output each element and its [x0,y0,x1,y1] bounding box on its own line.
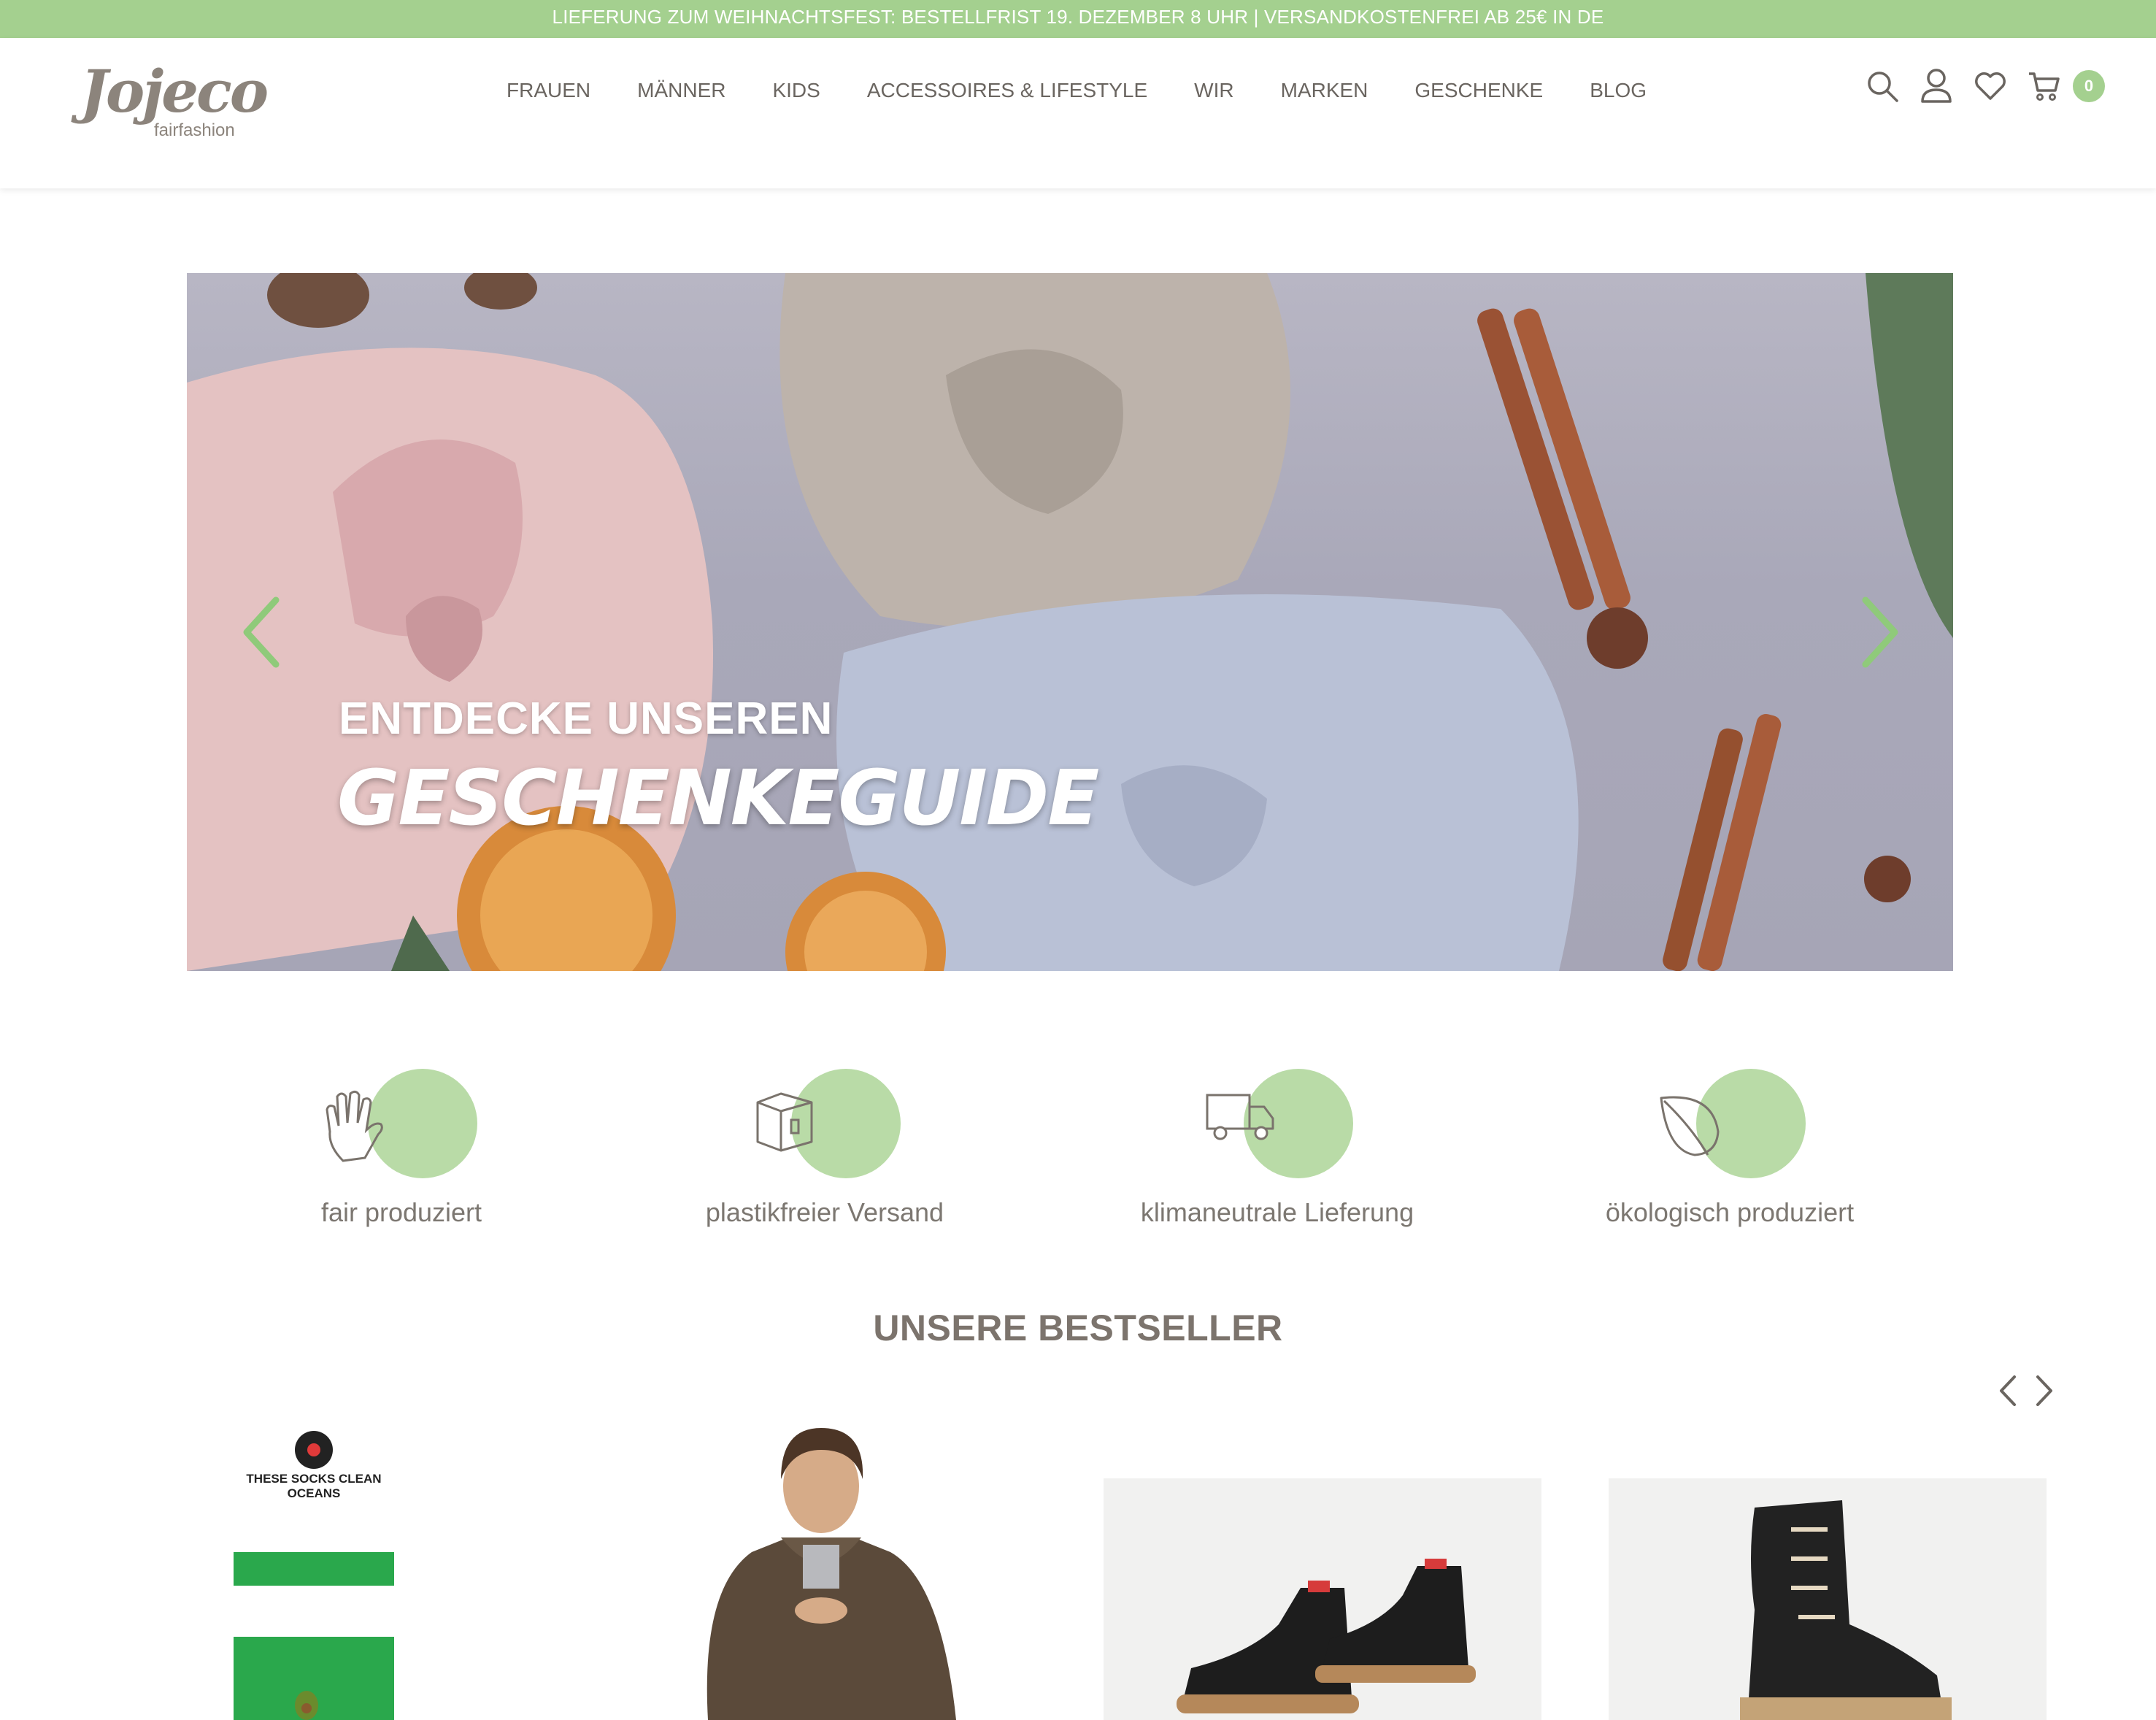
promo-bar: LIEFERUNG ZUM WEIHNACHTSFEST: BESTELLFRI… [0,0,2156,38]
box-icon [756,1092,813,1152]
header-icons: 0 [1847,66,2105,107]
nav-item-maenner[interactable]: MÄNNER [637,76,725,105]
usp-label: klimaneutrale Lieferung [1140,1197,1414,1227]
usp-label: ökologisch produziert [1605,1197,1855,1227]
carousel-prev-button[interactable] [1994,1372,2023,1409]
cart-count-badge[interactable]: 0 [2073,70,2105,102]
cart-icon[interactable] [2026,66,2063,107]
usp-plastikfrei: plastikfreier Versand [650,1059,1000,1241]
nav-item-wir[interactable]: WIR [1194,76,1233,105]
logo-wordmark: Jojeco [80,57,269,126]
user-icon[interactable] [1918,66,1955,107]
nav-item-frauen[interactable]: FRAUEN [507,76,590,105]
socks-label: THESE SOCKS CLEAN OCEANS [246,1472,382,1500]
main-nav: FRAUEN MÄNNER KIDS ACCESSOIRES & LIFESTY… [507,76,1693,105]
section-title: UNSERE BESTSELLER [873,1308,1283,1348]
usp-label: plastikfreier Versand [705,1197,944,1227]
usp-klimaneutral: klimaneutrale Lieferung [1102,1059,1452,1241]
product-image-socks [234,1406,394,1720]
carousel-arrows [1994,1372,2064,1409]
slider-prev-button[interactable] [238,594,285,670]
logo[interactable]: Jojeco fairfashion [80,58,269,140]
product-card-hoodie[interactable] [671,1399,971,1720]
nav-item-geschenke[interactable]: GESCHENKE [1414,76,1543,105]
nav-item-marken[interactable]: MARKEN [1281,76,1368,105]
truck-icon [1206,1094,1274,1140]
heart-icon[interactable] [1972,66,2009,107]
nav-item-blog[interactable]: BLOG [1590,76,1647,105]
carousel-next-button[interactable] [2029,1372,2058,1409]
usp-label: fair produziert [320,1197,482,1227]
slider-next-button[interactable] [1857,594,1903,670]
hand-icon [326,1090,383,1162]
product-image-boot [1740,1500,1952,1720]
hero-image [187,273,1953,971]
product-image-hoodie [707,1428,956,1720]
nav-item-kids[interactable]: KIDS [772,76,820,105]
hero-slider[interactable]: ENTDECKE UNSEREN GESCHENKEGUIDE [187,273,1953,971]
hero-title[interactable]: GESCHENKEGUIDE [337,753,1099,842]
leaf-icon [1660,1096,1720,1156]
product-card-socks[interactable]: THESE SOCKS CLEAN OCEANS [219,1399,416,1720]
usp-fair: fair produziert [226,1059,577,1241]
site-header: Jojeco fairfashion FRAUEN MÄNNER KIDS AC… [0,38,2156,188]
nav-item-accessoires[interactable]: ACCESSOIRES & LIFESTYLE [867,76,1147,105]
usp-row: fair produziert plastikfreier Versand kl… [0,1059,2156,1248]
product-image-sneaker [1177,1559,1476,1713]
search-icon[interactable] [1864,66,1901,107]
logo-tagline: fairfashion [154,120,235,140]
hero-headline: ENTDECKE UNSEREN [339,694,833,744]
usp-oekologisch: ökologisch produziert [1555,1059,1905,1241]
product-card-sneaker[interactable] [1104,1478,1541,1720]
product-card-boot[interactable] [1609,1478,2047,1720]
